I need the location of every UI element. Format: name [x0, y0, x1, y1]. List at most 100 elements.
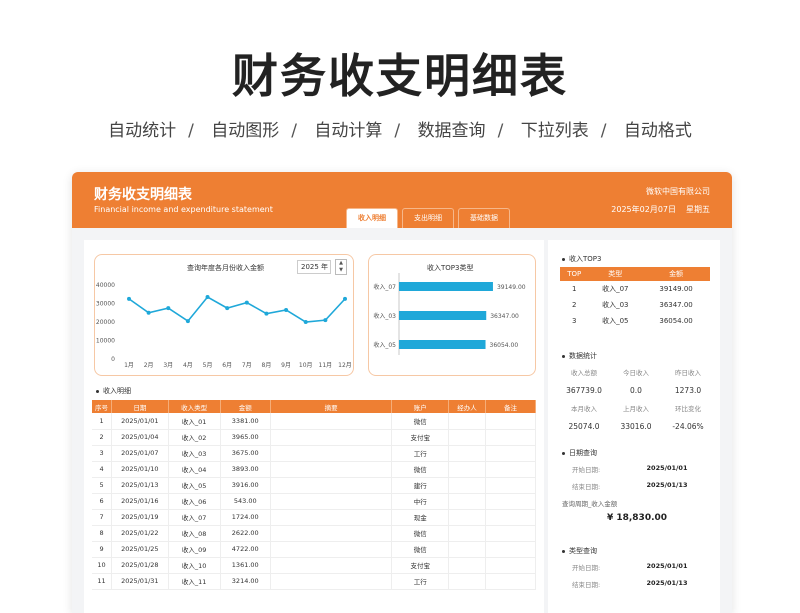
table-row[interactable]: 4 2025/01/10 收入_04 3893.00 微信	[92, 461, 537, 478]
table-cell[interactable]: 5	[92, 477, 113, 494]
table-cell[interactable]: 工行	[391, 445, 449, 462]
table-cell[interactable]	[270, 573, 393, 590]
table-cell[interactable]: 2025/01/07	[111, 445, 169, 462]
table-cell[interactable]	[485, 525, 537, 542]
end-date-input[interactable]: 2025/01/13	[622, 481, 712, 491]
table-cell[interactable]: 2025/01/28	[111, 557, 169, 574]
table-cell[interactable]: 微信	[391, 461, 449, 478]
table-cell[interactable]: 3965.00	[220, 429, 271, 446]
table-cell[interactable]: 收入_04	[168, 461, 221, 478]
table-cell[interactable]: 2025/01/01	[111, 413, 169, 430]
table-row[interactable]: 10 2025/01/28 收入_10 1361.00 支付宝	[92, 557, 537, 574]
table-cell[interactable]	[270, 509, 393, 526]
table-cell[interactable]: 支付宝	[391, 429, 449, 446]
table-cell[interactable]	[448, 461, 486, 478]
table-cell[interactable]: 10	[92, 557, 113, 574]
table-cell[interactable]	[270, 525, 393, 542]
table-cell[interactable]: 微信	[391, 525, 449, 542]
table-cell[interactable]	[485, 509, 537, 526]
tab-expense-detail[interactable]: 支出明细	[402, 208, 454, 228]
table-cell[interactable]	[270, 477, 393, 494]
table-cell[interactable]: 2025/01/16	[111, 493, 169, 510]
table-row[interactable]: 11 2025/01/31 收入_11 3214.00 工行	[92, 573, 537, 590]
table-cell[interactable]	[485, 429, 537, 446]
table-cell[interactable]: 收入_10	[168, 557, 221, 574]
tab-base-data[interactable]: 基础数据	[458, 208, 510, 228]
table-cell[interactable]: 收入_09	[168, 541, 221, 558]
table-cell[interactable]	[485, 477, 537, 494]
table-cell[interactable]: 收入_01	[168, 413, 221, 430]
table-cell[interactable]	[448, 541, 486, 558]
table-cell[interactable]: 11	[92, 573, 113, 590]
table-cell[interactable]: 收入_08	[168, 525, 221, 542]
table-cell[interactable]	[485, 541, 537, 558]
table-cell[interactable]: 3	[92, 445, 113, 462]
table-cell[interactable]: 3381.00	[220, 413, 271, 430]
table-cell[interactable]: 3916.00	[220, 477, 271, 494]
table-cell[interactable]: 7	[92, 509, 113, 526]
tab-income-detail[interactable]: 收入明细	[346, 208, 398, 228]
table-cell[interactable]: 1	[92, 413, 113, 430]
start-date-input[interactable]: 2025/01/01	[622, 464, 712, 474]
table-cell[interactable]: 3675.00	[220, 445, 271, 462]
table-cell[interactable]	[270, 541, 393, 558]
table-cell[interactable]	[448, 573, 486, 590]
table-cell[interactable]	[270, 493, 393, 510]
table-cell[interactable]: 微信	[391, 413, 449, 430]
table-cell[interactable]: 收入_07	[168, 509, 221, 526]
table-cell[interactable]	[448, 413, 486, 430]
table-cell[interactable]: 2025/01/13	[111, 477, 169, 494]
table-cell[interactable]	[485, 413, 537, 430]
table-cell[interactable]: 收入_05	[168, 477, 221, 494]
table-cell[interactable]	[448, 525, 486, 542]
table-cell[interactable]	[448, 493, 486, 510]
table-cell[interactable]	[448, 477, 486, 494]
table-cell[interactable]	[485, 461, 537, 478]
table-cell[interactable]	[270, 429, 393, 446]
table-cell[interactable]: 现金	[391, 509, 449, 526]
table-cell[interactable]: 2025/01/04	[111, 429, 169, 446]
table-cell[interactable]: 2025/01/10	[111, 461, 169, 478]
table-cell[interactable]: 2025/01/22	[111, 525, 169, 542]
table-cell[interactable]: 收入_11	[168, 573, 221, 590]
table-row[interactable]: 3 2025/01/07 收入_03 3675.00 工行	[92, 445, 537, 462]
table-cell[interactable]: 支付宝	[391, 557, 449, 574]
table-cell[interactable]: 工行	[391, 573, 449, 590]
table-cell[interactable]: 收入_02	[168, 429, 221, 446]
table-cell[interactable]: 2025/01/19	[111, 509, 169, 526]
table-cell[interactable]: 6	[92, 493, 113, 510]
table-cell[interactable]	[448, 429, 486, 446]
table-cell[interactable]: 微信	[391, 541, 449, 558]
table-cell[interactable]: 建行	[391, 477, 449, 494]
table-cell[interactable]: 9	[92, 541, 113, 558]
table-cell[interactable]: 中行	[391, 493, 449, 510]
table-row[interactable]: 1 2025/01/01 收入_01 3381.00 微信	[92, 413, 537, 430]
table-cell[interactable]	[485, 493, 537, 510]
table-cell[interactable]: 收入_03	[168, 445, 221, 462]
table-row[interactable]: 8 2025/01/22 收入_08 2622.00 微信	[92, 525, 537, 542]
end-date-input[interactable]: 2025/01/13	[622, 579, 712, 589]
table-cell[interactable]: 2	[92, 429, 113, 446]
table-cell[interactable]: 3893.00	[220, 461, 271, 478]
table-cell[interactable]	[270, 557, 393, 574]
table-row[interactable]: 6 2025/01/16 收入_06 543.00 中行	[92, 493, 537, 510]
table-cell[interactable]	[485, 573, 537, 590]
table-cell[interactable]: 1724.00	[220, 509, 271, 526]
table-cell[interactable]	[448, 445, 486, 462]
table-cell[interactable]: 收入_06	[168, 493, 221, 510]
table-cell[interactable]: 8	[92, 525, 113, 542]
table-cell[interactable]	[485, 557, 537, 574]
table-cell[interactable]	[270, 413, 393, 430]
table-cell[interactable]: 2025/01/31	[111, 573, 169, 590]
table-cell[interactable]: 1361.00	[220, 557, 271, 574]
table-cell[interactable]: 3214.00	[220, 573, 271, 590]
table-row[interactable]: 9 2025/01/25 收入_09 4722.00 微信	[92, 541, 537, 558]
table-cell[interactable]: 543.00	[220, 493, 271, 510]
table-cell[interactable]: 4	[92, 461, 113, 478]
table-cell[interactable]	[270, 445, 393, 462]
table-cell[interactable]: 2622.00	[220, 525, 271, 542]
table-cell[interactable]	[270, 461, 393, 478]
table-cell[interactable]: 2025/01/25	[111, 541, 169, 558]
start-date-input[interactable]: 2025/01/01	[622, 562, 712, 572]
table-row[interactable]: 5 2025/01/13 收入_05 3916.00 建行	[92, 477, 537, 494]
